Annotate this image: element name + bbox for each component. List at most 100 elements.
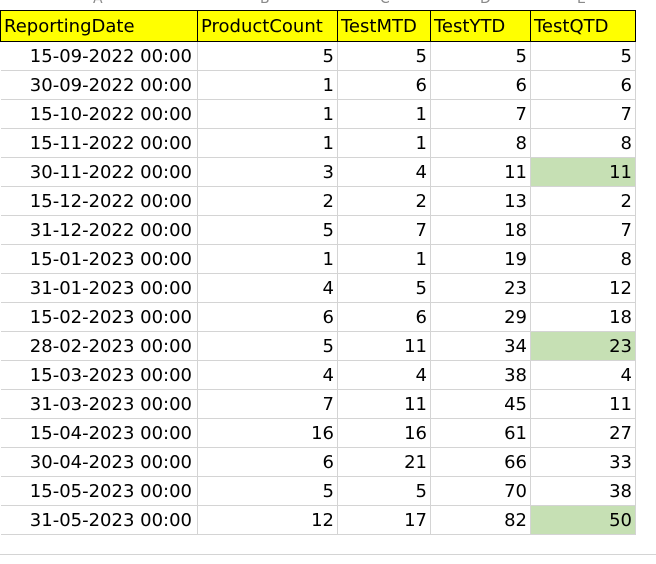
- header-row: ReportingDate ProductCount TestMTD TestY…: [0, 10, 636, 42]
- header-cell-testqtd[interactable]: TestQTD: [530, 10, 636, 42]
- grid-bottom-line: [0, 554, 656, 555]
- cell-productcount[interactable]: 16: [197, 418, 338, 448]
- header-cell-productcount[interactable]: ProductCount: [197, 10, 338, 42]
- cell-reportingdate[interactable]: 15-11-2022 00:00: [0, 128, 198, 158]
- cell-reportingdate[interactable]: 30-11-2022 00:00: [0, 157, 198, 187]
- cell-testytd[interactable]: 8: [430, 128, 531, 158]
- cell-reportingdate[interactable]: 31-03-2023 00:00: [0, 389, 198, 419]
- cell-testmtd[interactable]: 11: [337, 331, 431, 361]
- table-row: 30-04-2023 00:00 6 21 66 33: [0, 447, 636, 477]
- cell-testqtd[interactable]: 23: [530, 331, 636, 361]
- cell-testqtd[interactable]: 5: [530, 41, 636, 71]
- cell-productcount[interactable]: 4: [197, 360, 338, 390]
- cell-productcount[interactable]: 5: [197, 41, 338, 71]
- header-cell-testytd[interactable]: TestYTD: [430, 10, 531, 42]
- column-letter-a[interactable]: A: [93, 0, 103, 7]
- cell-testytd[interactable]: 19: [430, 244, 531, 274]
- cell-testytd[interactable]: 82: [430, 505, 531, 535]
- cell-productcount[interactable]: 7: [197, 389, 338, 419]
- cell-testytd[interactable]: 23: [430, 273, 531, 303]
- cell-testytd[interactable]: 7: [430, 99, 531, 129]
- header-cell-testmtd[interactable]: TestMTD: [337, 10, 431, 42]
- cell-testytd[interactable]: 70: [430, 476, 531, 506]
- cell-testmtd[interactable]: 2: [337, 186, 431, 216]
- cell-reportingdate[interactable]: 15-09-2022 00:00: [0, 41, 198, 71]
- column-letter-e[interactable]: E: [577, 0, 586, 7]
- cell-productcount[interactable]: 5: [197, 476, 338, 506]
- cell-productcount[interactable]: 1: [197, 70, 338, 100]
- cell-testmtd[interactable]: 16: [337, 418, 431, 448]
- column-letter-c[interactable]: C: [380, 0, 390, 7]
- cell-reportingdate[interactable]: 31-12-2022 00:00: [0, 215, 198, 245]
- cell-testqtd[interactable]: 2: [530, 186, 636, 216]
- cell-testqtd[interactable]: 50: [530, 505, 636, 535]
- cell-testqtd[interactable]: 33: [530, 447, 636, 477]
- cell-productcount[interactable]: 4: [197, 273, 338, 303]
- cell-testmtd[interactable]: 1: [337, 128, 431, 158]
- cell-testmtd[interactable]: 5: [337, 41, 431, 71]
- cell-reportingdate[interactable]: 30-09-2022 00:00: [0, 70, 198, 100]
- cell-testytd[interactable]: 38: [430, 360, 531, 390]
- cell-testytd[interactable]: 5: [430, 41, 531, 71]
- column-letter-b[interactable]: B: [260, 0, 270, 7]
- cell-testmtd[interactable]: 5: [337, 273, 431, 303]
- cell-reportingdate[interactable]: 15-05-2023 00:00: [0, 476, 198, 506]
- cell-reportingdate[interactable]: 15-03-2023 00:00: [0, 360, 198, 390]
- cell-testmtd[interactable]: 17: [337, 505, 431, 535]
- cell-testytd[interactable]: 29: [430, 302, 531, 332]
- cell-reportingdate[interactable]: 15-02-2023 00:00: [0, 302, 198, 332]
- cell-reportingdate[interactable]: 31-01-2023 00:00: [0, 273, 198, 303]
- cell-testytd[interactable]: 61: [430, 418, 531, 448]
- cell-testytd[interactable]: 34: [430, 331, 531, 361]
- cell-productcount[interactable]: 5: [197, 331, 338, 361]
- cell-reportingdate[interactable]: 15-04-2023 00:00: [0, 418, 198, 448]
- cell-testmtd[interactable]: 11: [337, 389, 431, 419]
- cell-reportingdate[interactable]: 15-10-2022 00:00: [0, 99, 198, 129]
- cell-testqtd[interactable]: 8: [530, 128, 636, 158]
- cell-testqtd[interactable]: 38: [530, 476, 636, 506]
- cell-productcount[interactable]: 2: [197, 186, 338, 216]
- cell-testmtd[interactable]: 5: [337, 476, 431, 506]
- cell-testqtd[interactable]: 6: [530, 70, 636, 100]
- cell-testmtd[interactable]: 6: [337, 302, 431, 332]
- cell-testytd[interactable]: 11: [430, 157, 531, 187]
- cell-testqtd[interactable]: 11: [530, 389, 636, 419]
- cell-testqtd[interactable]: 11: [530, 157, 636, 187]
- cell-testytd[interactable]: 18: [430, 215, 531, 245]
- cell-testqtd[interactable]: 27: [530, 418, 636, 448]
- cell-productcount[interactable]: 1: [197, 128, 338, 158]
- cell-testmtd[interactable]: 1: [337, 99, 431, 129]
- cell-testmtd[interactable]: 7: [337, 215, 431, 245]
- cell-testmtd[interactable]: 6: [337, 70, 431, 100]
- cell-reportingdate[interactable]: 15-01-2023 00:00: [0, 244, 198, 274]
- cell-testmtd[interactable]: 4: [337, 157, 431, 187]
- data-rows: 15-09-2022 00:00 5 5 5 5 30-09-2022 00:00 1 6 6 6…: [0, 41, 636, 535]
- cell-testytd[interactable]: 6: [430, 70, 531, 100]
- cell-productcount[interactable]: 3: [197, 157, 338, 187]
- cell-productcount[interactable]: 12: [197, 505, 338, 535]
- cell-testmtd[interactable]: 21: [337, 447, 431, 477]
- cell-reportingdate[interactable]: 28-02-2023 00:00: [0, 331, 198, 361]
- cell-testqtd[interactable]: 4: [530, 360, 636, 390]
- cell-reportingdate[interactable]: 31-05-2023 00:00: [0, 505, 198, 535]
- cell-testmtd[interactable]: 4: [337, 360, 431, 390]
- header-cell-reportingdate[interactable]: ReportingDate: [0, 10, 198, 42]
- cell-testytd[interactable]: 45: [430, 389, 531, 419]
- table-row: 31-01-2023 00:00 4 5 23 12: [0, 273, 636, 303]
- cell-testmtd[interactable]: 1: [337, 244, 431, 274]
- cell-testytd[interactable]: 66: [430, 447, 531, 477]
- cell-productcount[interactable]: 1: [197, 244, 338, 274]
- cell-testqtd[interactable]: 18: [530, 302, 636, 332]
- cell-testytd[interactable]: 13: [430, 186, 531, 216]
- cell-productcount[interactable]: 1: [197, 99, 338, 129]
- cell-testqtd[interactable]: 8: [530, 244, 636, 274]
- cell-reportingdate[interactable]: 30-04-2023 00:00: [0, 447, 198, 477]
- cell-testqtd[interactable]: 12: [530, 273, 636, 303]
- cell-productcount[interactable]: 6: [197, 302, 338, 332]
- cell-reportingdate[interactable]: 15-12-2022 00:00: [0, 186, 198, 216]
- cell-testqtd[interactable]: 7: [530, 215, 636, 245]
- cell-productcount[interactable]: 6: [197, 447, 338, 477]
- cell-productcount[interactable]: 5: [197, 215, 338, 245]
- column-letter-d[interactable]: D: [480, 0, 491, 7]
- cell-testqtd[interactable]: 7: [530, 99, 636, 129]
